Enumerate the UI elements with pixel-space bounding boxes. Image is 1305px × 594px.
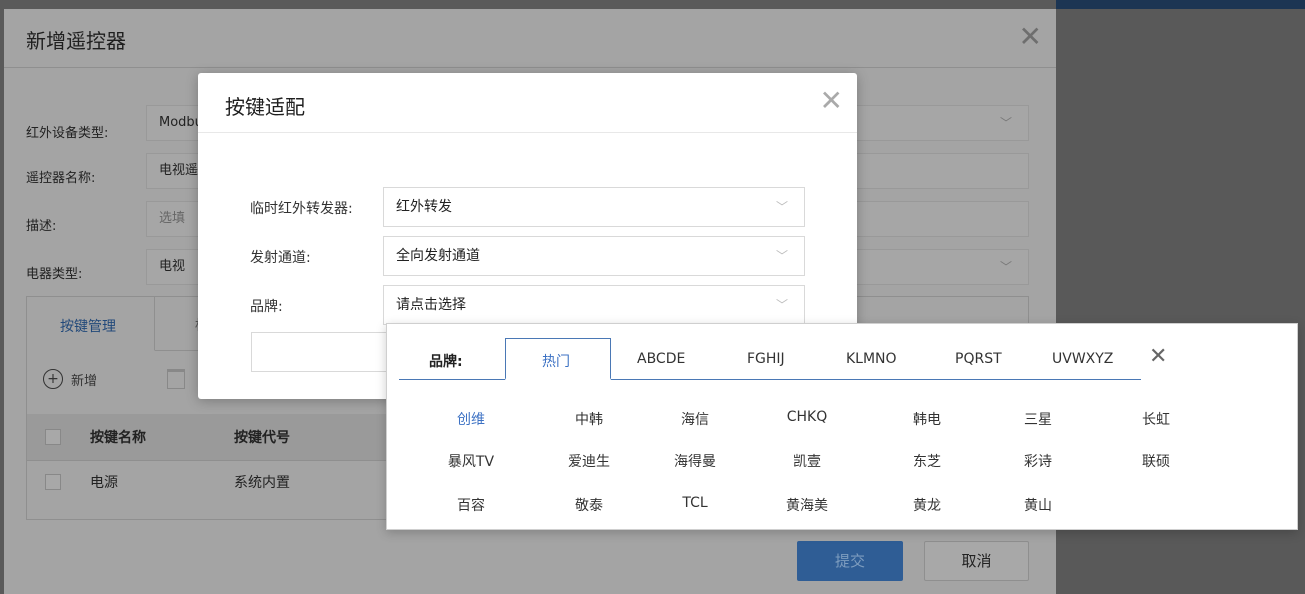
brand-item[interactable]: 彩诗 [988,451,1088,471]
brand-placeholder: 请点击选择 [396,297,466,313]
column-header-key-name: 按键名称 [90,430,146,446]
label-brand: 品牌: [250,299,283,315]
cancel-button[interactable]: 取消 [924,541,1029,581]
ir-forwarder-select[interactable]: 红外转发 ﹀ [383,187,805,227]
row-checkbox[interactable] [45,474,61,490]
chevron-down-icon: ﹀ [775,200,788,214]
brand-item[interactable]: 长虹 [1106,409,1206,429]
dialog-title: 按键适配 [225,95,305,119]
brand-picker-panel: 品牌: 热门 ABCDE FGHIJ KLMNO PQRST UVWXYZ ✕ … [386,323,1298,530]
label-ir-forwarder: 临时红外转发器: [250,201,353,217]
brand-item[interactable]: 三星 [988,409,1088,429]
tab-fghij[interactable]: FGHIJ [747,351,785,367]
brand-item[interactable]: TCL [645,495,745,511]
add-button[interactable]: + 新增 [43,369,97,389]
brand-item[interactable]: 东芝 [877,451,977,471]
brand-item[interactable]: 海得曼 [645,451,745,471]
outer-modal-title: 新增遥控器 [26,29,126,53]
top-bar [1056,0,1305,9]
column-header-key-code: 按键代号 [234,430,290,446]
tab-label: 按键管理 [60,319,116,335]
dialog-extra-input[interactable] [251,332,391,372]
dialog-close-icon[interactable]: ✕ [820,87,843,115]
tab-hot[interactable]: 热门 [505,338,611,380]
chevron-down-icon: ﹀ [775,249,788,263]
brand-tabs: 品牌: 热门 ABCDE FGHIJ KLMNO PQRST UVWXYZ [399,338,1141,380]
ir-forwarder-value: 红外转发 [396,199,452,215]
channel-select[interactable]: 全向发射通道 ﹀ [383,236,805,276]
tab-hot-label: 热门 [542,354,570,370]
tab-klmno[interactable]: KLMNO [846,351,897,367]
dialog-header: 按键适配 ✕ [198,73,857,133]
appliance-type-value: 电视 [159,259,186,274]
label-channel: 发射通道: [250,250,311,266]
field-label-device-type: 红外设备类型: [26,126,109,141]
outer-close-icon[interactable]: ✕ [1019,23,1042,51]
brand-item[interactable]: 海信 [645,409,745,429]
field-label-remote-name: 遥控器名称: [26,171,96,186]
brand-item[interactable]: 暴风TV [421,451,521,471]
brand-item[interactable]: 韩电 [877,409,977,429]
field-label-description: 描述: [26,219,57,234]
brand-item[interactable]: 黄山 [988,495,1088,515]
chevron-down-icon: ﹀ [775,298,788,312]
brand-item[interactable]: 凯壹 [757,451,857,471]
row-key-name: 电源 [90,475,118,491]
brand-picker-close-icon[interactable]: ✕ [1149,346,1167,368]
brand-select[interactable]: 请点击选择 ﹀ [383,285,805,325]
field-label-appliance-type: 电器类型: [26,267,83,282]
trash-icon[interactable] [167,369,185,389]
tab-abcde[interactable]: ABCDE [637,351,685,367]
submit-button[interactable]: 提交 [797,541,903,581]
brand-item[interactable]: CHKQ [757,409,857,425]
chevron-down-icon: ﹀ [999,260,1012,274]
select-all-checkbox[interactable] [45,429,61,445]
brand-item[interactable]: 中韩 [539,409,639,429]
channel-value: 全向发射通道 [396,248,480,264]
add-label: 新增 [71,373,98,389]
brand-item[interactable]: 黄龙 [877,495,977,515]
row-key-code: 系统内置 [234,475,290,491]
brand-item[interactable]: 联硕 [1106,451,1206,471]
brand-item[interactable]: 敬泰 [539,495,639,515]
brand-item[interactable]: 爱迪生 [539,451,639,471]
tab-pqrst[interactable]: PQRST [955,351,1002,367]
chevron-down-icon: ﹀ [999,116,1012,130]
brand-item[interactable]: 创维 [421,409,521,429]
brand-item[interactable]: 百容 [421,495,521,515]
brand-item[interactable]: 黄海美 [757,495,857,515]
tab-key-management[interactable]: 按键管理 [27,297,155,351]
plus-circle-icon: + [43,369,63,389]
tab-uvwxyz[interactable]: UVWXYZ [1052,351,1113,367]
brand-picker-label: 品牌: [429,354,463,370]
description-placeholder: 选填 [159,211,186,226]
outer-modal-header: 新增遥控器 ✕ [4,9,1056,68]
